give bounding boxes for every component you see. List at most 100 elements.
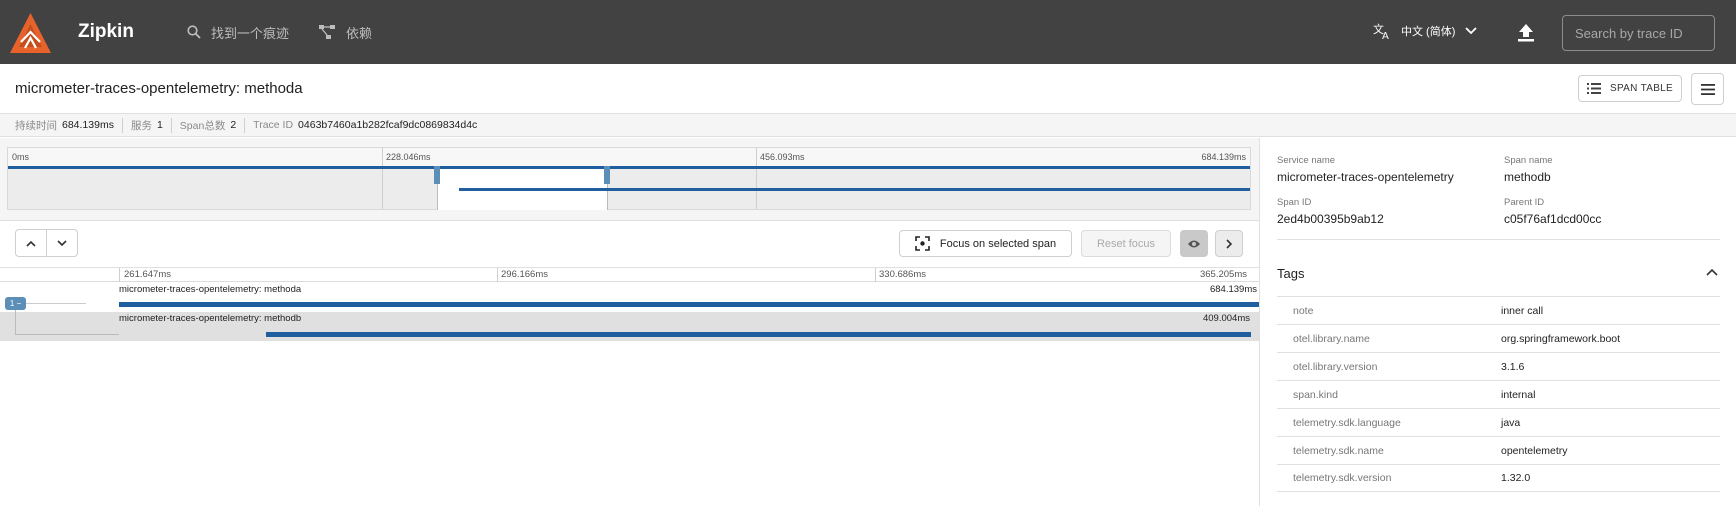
- span-name: micrometer-traces-opentelemetry: methoda: [119, 284, 302, 295]
- span-table-button[interactable]: SPAN TABLE: [1578, 75, 1682, 102]
- reset-focus-button[interactable]: Reset focus: [1081, 230, 1171, 257]
- menu-button[interactable]: [1691, 73, 1724, 105]
- list-icon: [1586, 83, 1601, 94]
- tag-value: opentelemetry: [1501, 444, 1568, 457]
- tag-row: telemetry.sdk.version 1.32.0: [1277, 464, 1720, 492]
- timeline-label: 261.647ms: [124, 269, 172, 280]
- span-row[interactable]: micrometer-traces-opentelemetry: methoda…: [0, 283, 1259, 312]
- span-id-label: Span ID: [1277, 197, 1312, 208]
- tag-row: otel.library.version 3.1.6: [1277, 352, 1720, 380]
- stat-duration: 持续时间 684.139ms: [15, 117, 123, 133]
- span-name-field: Span name methodb: [1504, 155, 1553, 184]
- parent-id-value: c05f76af1dcd00cc: [1504, 212, 1602, 226]
- minimap-tick: [756, 148, 757, 209]
- minimap-label: 0ms: [12, 152, 30, 162]
- minimap-area: 0ms 228.046ms 456.093ms 684.139ms: [0, 138, 1259, 221]
- nav-find-trace-label: 找到一个痕迹: [211, 25, 290, 41]
- chevron-right-icon: [1225, 238, 1232, 249]
- span-name-label: Span name: [1504, 155, 1553, 166]
- nav-find-trace[interactable]: 找到一个痕迹: [187, 22, 289, 42]
- svg-text:A: A: [1382, 31, 1389, 40]
- service-name-value: micrometer-traces-opentelemetry: [1277, 170, 1454, 184]
- tag-row: telemetry.sdk.language java: [1277, 408, 1720, 436]
- center-focus-icon: [915, 236, 930, 251]
- tag-key: span.kind: [1293, 388, 1338, 401]
- service-name-label: Service name: [1277, 155, 1336, 166]
- timeline-controls: Focus on selected span Reset focus: [0, 222, 1259, 268]
- parent-id-label: Parent ID: [1504, 197, 1545, 208]
- tags-section-title[interactable]: Tags: [1277, 266, 1304, 281]
- span-duration: 409.004ms: [1202, 313, 1250, 324]
- focus-selected-span-label: Focus on selected span: [939, 237, 1057, 250]
- trace-id-search-input[interactable]: [1562, 15, 1715, 51]
- page-title: micrometer-traces-opentelemetry: methoda: [15, 80, 303, 97]
- tree-connector: [15, 310, 16, 335]
- tag-key: note: [1293, 304, 1314, 317]
- tag-value: 3.1.6: [1501, 360, 1525, 373]
- timeline-tick: [875, 268, 876, 282]
- focus-selected-span-button[interactable]: Focus on selected span: [899, 230, 1072, 257]
- language-selector[interactable]: 文 A 中文 (简体): [1373, 22, 1478, 40]
- tag-key: telemetry.sdk.language: [1293, 416, 1401, 429]
- timeline-tick: [119, 268, 120, 282]
- collapse-children-badge[interactable]: 1 −: [5, 297, 26, 310]
- nav-dependencies[interactable]: 依赖: [318, 22, 372, 42]
- span-table-label: SPAN TABLE: [1609, 83, 1674, 94]
- toggle-visibility-button[interactable]: [1180, 230, 1208, 257]
- span-row-selected[interactable]: micrometer-traces-opentelemetry: methodb…: [0, 312, 1259, 341]
- tag-key: telemetry.sdk.name: [1293, 444, 1384, 457]
- tags-table: note inner call otel.library.name org.sp…: [1277, 296, 1720, 492]
- zipkin-logo-icon[interactable]: [9, 12, 52, 55]
- minimap-label: 228.046ms: [386, 152, 431, 162]
- tag-value: java: [1501, 416, 1521, 429]
- tag-value: 1.32.0: [1501, 472, 1531, 484]
- tag-row: otel.library.name org.springframework.bo…: [1277, 324, 1720, 352]
- service-name-field: Service name micrometer-traces-opentelem…: [1277, 155, 1454, 184]
- chevron-down-icon: [57, 239, 67, 246]
- upload-icon[interactable]: [1515, 22, 1537, 44]
- tag-key: otel.library.version: [1293, 360, 1378, 373]
- minimap-right-handle[interactable]: [604, 166, 610, 184]
- open-detail-button[interactable]: [1215, 230, 1243, 257]
- trace-minimap[interactable]: 0ms 228.046ms 456.093ms 684.139ms: [7, 147, 1251, 210]
- stat-span-count: Span总数 2: [179, 117, 246, 133]
- stat-duration-key: 持续时间: [15, 119, 57, 132]
- hamburger-menu-icon: [1700, 83, 1715, 95]
- span-id-field: Span ID 2ed4b00395b9ab12: [1277, 197, 1384, 226]
- span-name: micrometer-traces-opentelemetry: methodb: [119, 313, 302, 324]
- tag-value: inner call: [1501, 304, 1544, 317]
- minimap-left-handle[interactable]: [434, 166, 440, 184]
- previous-span-button[interactable]: [15, 229, 47, 257]
- chevron-down-icon: [1465, 27, 1478, 35]
- trace-stats-bar: 持续时间 684.139ms 服务 1 Span总数 2 Trace ID 04…: [0, 114, 1736, 137]
- minimap-span-bar: [459, 188, 1250, 191]
- span-bar: [119, 302, 1259, 307]
- tag-value: internal: [1501, 388, 1536, 401]
- next-span-button[interactable]: [46, 229, 78, 257]
- brand-name[interactable]: Zipkin: [78, 21, 134, 43]
- tree-connector: [15, 334, 119, 335]
- stat-trace-id-key: Trace ID: [253, 119, 294, 131]
- tree-connector: [26, 303, 86, 304]
- stat-services: 服务 1: [130, 117, 172, 133]
- minimap-span-bar: [8, 166, 1250, 169]
- stat-services-key: 服务: [130, 119, 152, 132]
- span-id-value: 2ed4b00395b9ab12: [1277, 212, 1384, 226]
- language-label: 中文 (简体): [1401, 26, 1456, 38]
- chevron-up-icon[interactable]: [1706, 268, 1718, 276]
- stat-trace-id: Trace ID 0463b7460a1b282fcaf9dc0869834d4…: [253, 119, 485, 131]
- parent-id-field: Parent ID c05f76af1dcd00cc: [1504, 197, 1601, 226]
- timeline-label: 365.205ms: [1199, 269, 1247, 280]
- timeline-header: 261.647ms 296.166ms 330.686ms 365.205ms: [0, 268, 1259, 282]
- search-icon: [187, 25, 201, 39]
- eye-icon: [1188, 240, 1200, 247]
- chevron-up-icon: [26, 240, 36, 247]
- tag-key: telemetry.sdk.version: [1293, 472, 1392, 484]
- nav-dependencies-label: 依赖: [346, 25, 373, 41]
- tag-value: org.springframework.boot: [1501, 332, 1621, 345]
- minimap-time-labels: [8, 148, 1250, 166]
- timeline-label: 330.686ms: [879, 269, 927, 280]
- minimap-label: 684.139ms: [1201, 152, 1246, 162]
- stat-span-count-key: Span总数: [179, 119, 226, 132]
- trace-title-row: micrometer-traces-opentelemetry: methoda…: [0, 64, 1736, 114]
